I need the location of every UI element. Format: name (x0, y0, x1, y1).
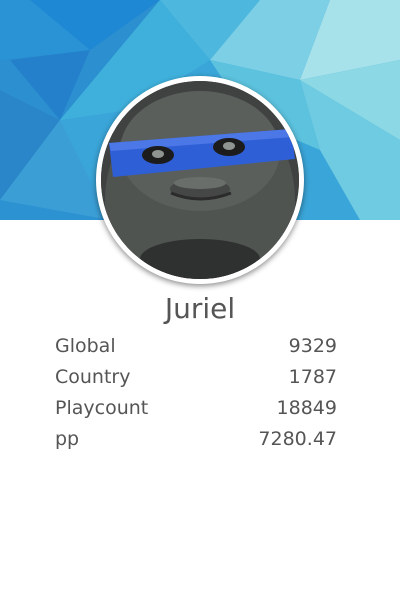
stat-row-global: Global 9329 (55, 330, 337, 361)
stat-value: 1787 (288, 365, 337, 388)
username: Juriel (164, 292, 236, 325)
stats-list: Global 9329 Country 1787 Playcount 18849… (55, 330, 337, 454)
stat-value: 7280.47 (258, 427, 337, 450)
profile-card: Juriel Global 9329 Country 1787 Playcoun… (0, 0, 400, 600)
stat-value: 18849 (276, 396, 337, 419)
stat-row-country: Country 1787 (55, 361, 337, 392)
stat-row-playcount: Playcount 18849 (55, 392, 337, 423)
stat-value: 9329 (288, 334, 337, 357)
avatar[interactable] (101, 81, 299, 279)
stat-label: pp (55, 427, 80, 450)
stat-row-pp: pp 7280.47 (55, 423, 337, 454)
stat-label: Country (55, 365, 131, 388)
stat-label: Global (55, 334, 116, 357)
stat-label: Playcount (55, 396, 149, 419)
avatar-frame (96, 76, 304, 284)
